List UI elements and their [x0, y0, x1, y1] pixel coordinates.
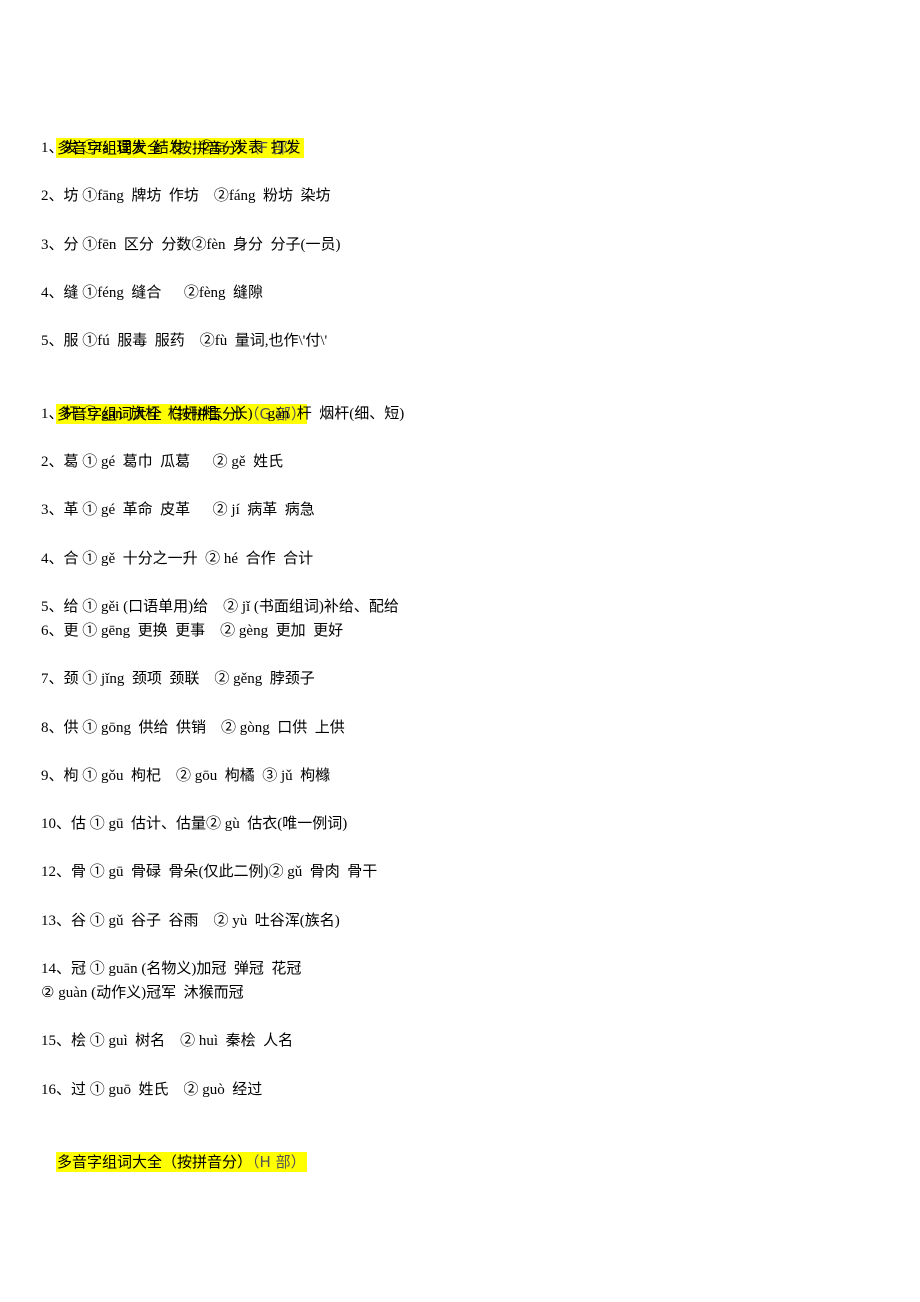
- entry-line: 1、杆 ① gān 旗杆 栏杆(粗、长) gǎn 杆 烟杆(细、短): [41, 405, 405, 422]
- entry-line: 4、缝 ①féng 缝合 ②fèng 缝隙: [41, 284, 264, 301]
- entry-line: 13、谷 ① gǔ 谷子 谷雨 ② yù 吐谷浑(族名): [41, 912, 340, 929]
- entry-line: 7、颈 ① jǐng 颈项 颈联 ② gěng 脖颈子: [41, 671, 315, 688]
- entry-line: 14、冠 ① guān (名物义)加冠 弹冠 花冠: [41, 960, 302, 977]
- entry-line: 2、葛 ① gé 葛巾 瓜葛 ② gě 姓氏: [41, 453, 284, 470]
- entry-line: 12、骨 ① gū 骨碌 骨朵(仅此二例)② gǔ 骨肉 骨干: [41, 864, 378, 881]
- heading-suffix-text: （H 部）: [252, 1153, 306, 1172]
- entry-line: 15、桧 ① guì 树名 ② huì 秦桧 人名: [41, 1033, 294, 1050]
- entry-line: 3、革 ① gé 革命 皮革 ② jí 病革 病急: [41, 502, 315, 519]
- entry-line: 6、更 ① gēng 更换 更事 ② gèng 更加 更好: [41, 622, 344, 639]
- section-heading-h: 多音字组词大全（按拼音分）（H 部）: [56, 1152, 307, 1173]
- entry-line: 4、合 ① gě 十分之一升 ② hé 合作 合计: [41, 550, 314, 567]
- section-heading-row: 多音字组词大全（按拼音分）（H 部）: [41, 1126, 881, 1173]
- entry-line: 16、过 ① guō 姓氏 ② guò 经过: [41, 1081, 263, 1098]
- entry-line: 5、服 ①fú 服毒 服药 ②fù 量词,也作\'付\': [41, 333, 328, 350]
- entry-line: 5、给 ① gěi (口语单用)给 ② jǐ (书面组词)补给、配给: [41, 598, 399, 615]
- entry-line: 1、发 ①fà 理发 结发 ②fā 发表 打发: [41, 140, 301, 157]
- section-heading-row: 多音字组词大全（按拼音分）（F 部）: [41, 112, 881, 159]
- entry-line: 9、枸 ① gǒu 枸杞 ② gōu 枸橘 ③ jǔ 枸橼: [41, 767, 331, 784]
- entry-line: 3、分 ①fēn 区分 分数②fèn 身分 分子(一员): [41, 236, 341, 253]
- entry-line: 2、坊 ①fāng 牌坊 作坊 ②fáng 粉坊 染坊: [41, 188, 331, 205]
- heading-main-text: 多音字组词大全（按拼音分）: [57, 1153, 253, 1172]
- section-heading-row: 多音字组词大全（按拼音分）（G 部）: [41, 378, 881, 424]
- entry-line-continuation: ② guàn (动作义)冠军 沐猴而冠: [41, 985, 244, 1002]
- entry-line: 8、供 ① gōng 供给 供销 ② gòng 口供 上供: [41, 719, 345, 736]
- document-page: 多音字组词大全（按拼音分）（F 部） 1、发 ①fà 理发 结发 ②fā 发表 …: [41, 112, 881, 1173]
- entry-line: 10、估 ① gū 估计、估量② gù 估衣(唯一例词): [41, 816, 348, 833]
